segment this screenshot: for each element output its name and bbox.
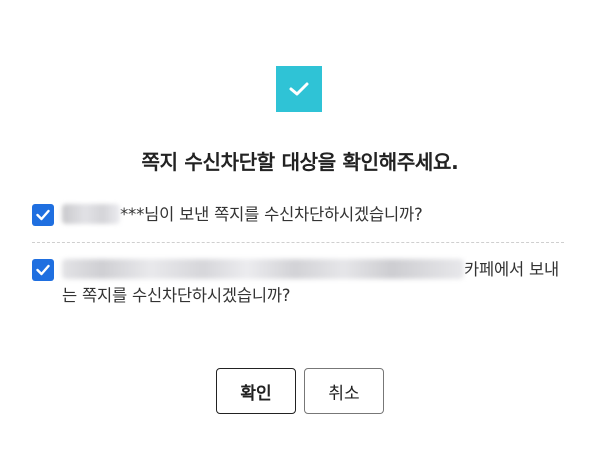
cancel-button[interactable]: 취소 xyxy=(304,368,384,414)
checkmark-icon xyxy=(36,264,50,276)
redacted-username xyxy=(62,204,120,224)
checkmark-icon xyxy=(36,209,50,221)
dialog-buttons: 확인 취소 xyxy=(0,368,600,414)
user-block-checkbox[interactable] xyxy=(32,204,54,226)
block-target-list: ***님이 보낸 쪽지를 수신차단하시겠습니까? 카페에서 보내는 쪽지를 수신… xyxy=(32,202,564,309)
dialog-title: 쪽지 수신차단할 대상을 확인해주세요. xyxy=(141,150,459,174)
block-messages-dialog: 쪽지 수신차단할 대상을 확인해주세요. ***님이 보낸 쪽지를 수신차단하시… xyxy=(0,0,600,454)
cafe-block-text: 카페에서 보내는 쪽지를 수신차단하시겠습니까? xyxy=(62,257,564,309)
user-block-label: 님이 보낸 쪽지를 수신차단하시겠습니까? xyxy=(144,205,423,224)
block-target-cafe: 카페에서 보내는 쪽지를 수신차단하시겠습니까? xyxy=(32,243,564,309)
masked-suffix: *** xyxy=(120,205,145,224)
cafe-block-checkbox[interactable] xyxy=(32,259,54,281)
confirm-button[interactable]: 확인 xyxy=(216,368,296,414)
user-block-text: ***님이 보낸 쪽지를 수신차단하시겠습니까? xyxy=(62,202,423,228)
check-icon xyxy=(276,66,322,112)
redacted-cafe-name xyxy=(62,259,464,279)
block-target-user: ***님이 보낸 쪽지를 수신차단하시겠습니까? xyxy=(32,202,564,243)
